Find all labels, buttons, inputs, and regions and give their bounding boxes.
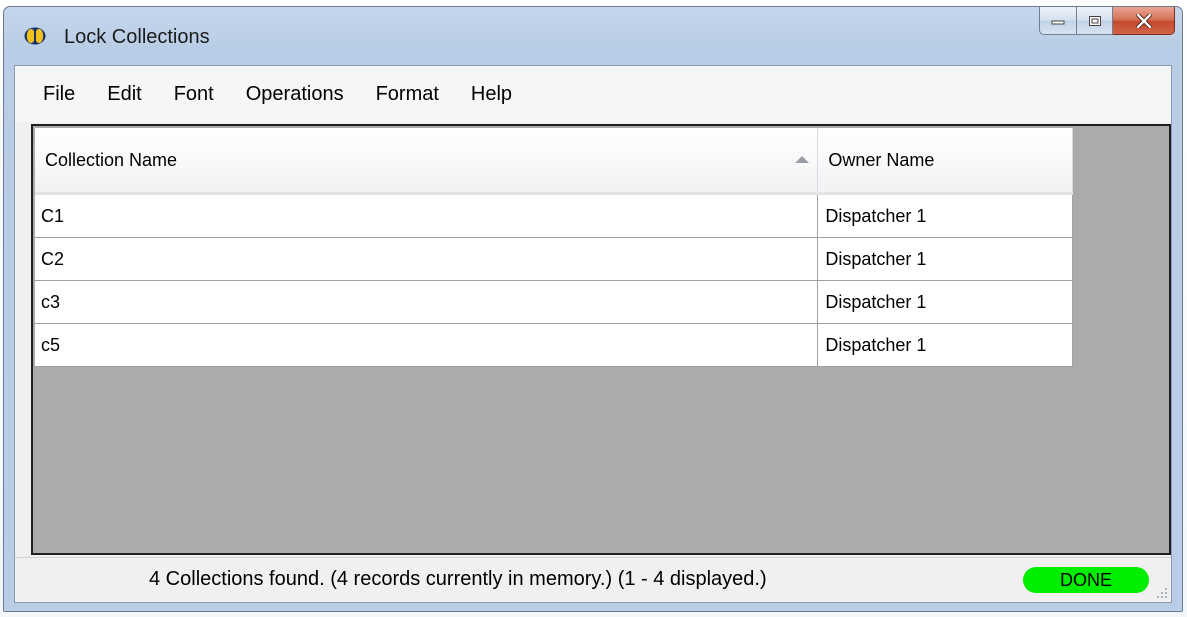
cell-collection-name[interactable]: c5 [35,323,819,367]
table-row[interactable]: C2 Dispatcher 1 [35,237,1073,281]
menu-format[interactable]: Format [360,77,455,111]
maximize-icon [1088,15,1101,26]
menu-edit[interactable]: Edit [91,77,157,111]
menu-file[interactable]: File [15,77,91,111]
table-row[interactable]: C1 Dispatcher 1 [35,193,1073,238]
menu-font[interactable]: Font [158,77,230,111]
cell-collection-name[interactable]: C1 [35,193,819,238]
menu-help[interactable]: Help [455,77,528,111]
menu-operations[interactable]: Operations [230,77,360,111]
status-message: 4 Collections found. (4 records currentl… [149,568,767,590]
sort-ascending-icon [795,156,810,163]
window-title: Lock Collections [64,26,210,48]
cell-owner-name[interactable]: Dispatcher 1 [817,323,1073,367]
minimize-icon [1051,20,1065,24]
close-icon [1135,13,1152,28]
table-row[interactable]: c5 Dispatcher 1 [35,323,1073,367]
client-area: File Edit Font Operations Format Help Co… [14,65,1172,603]
close-button[interactable] [1113,7,1175,35]
collections-grid[interactable]: Collection Name Owner Name C1 Dispatcher… [31,124,1171,555]
menu-bar: File Edit Font Operations Format Help [15,66,1171,122]
column-header-collection-name[interactable]: Collection Name [35,128,819,195]
window-controls [1039,7,1175,37]
cell-owner-name[interactable]: Dispatcher 1 [817,280,1073,324]
app-logo-icon [24,27,46,45]
column-header-label: Collection Name [45,149,178,170]
resize-grip-icon[interactable] [1153,584,1169,600]
cell-owner-name[interactable]: Dispatcher 1 [817,237,1073,281]
lock-collections-window: Lock Collections File Edit Font Operatio… [3,6,1183,612]
table-row[interactable]: c3 Dispatcher 1 [35,280,1073,324]
title-bar[interactable]: Lock Collections [4,7,1182,65]
column-header-label: Owner Name [828,149,935,170]
maximize-button[interactable] [1077,7,1113,35]
cell-collection-name[interactable]: c3 [35,280,819,324]
cell-owner-name[interactable]: Dispatcher 1 [817,193,1073,238]
status-bar: 4 Collections found. (4 records currentl… [15,557,1171,602]
status-done-badge: DONE [1023,567,1149,593]
cell-collection-name[interactable]: C2 [35,237,819,281]
minimize-button[interactable] [1039,7,1077,35]
column-header-owner-name[interactable]: Owner Name [817,128,1073,195]
collections-table: Collection Name Owner Name C1 Dispatcher… [35,128,1073,367]
